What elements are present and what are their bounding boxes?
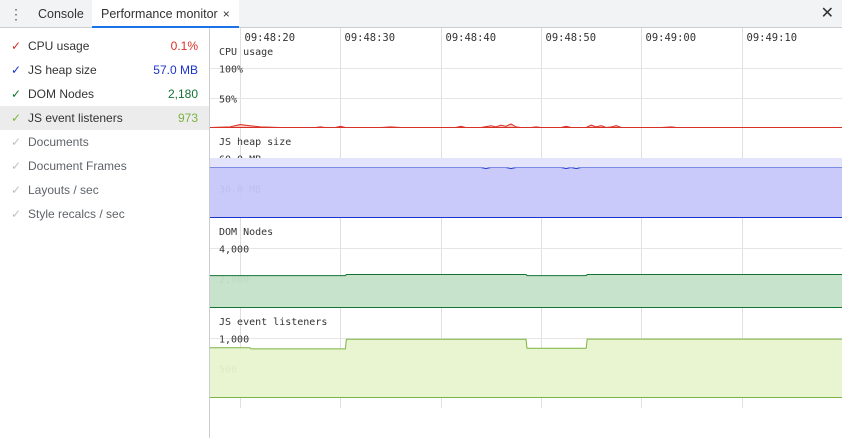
series-line bbox=[210, 123, 842, 129]
metric-name: JS heap size bbox=[28, 63, 97, 77]
metrics-sidebar: ✓ CPU usage 0.1% ✓ JS heap size 57.0 MB … bbox=[0, 28, 210, 438]
metric-document-frames[interactable]: ✓ Document Frames bbox=[0, 154, 209, 178]
check-icon[interactable]: ✓ bbox=[11, 34, 21, 58]
charts-area: 09:48:20 09:48:30 09:48:40 09:48:50 09:49:00… bbox=[210, 28, 842, 438]
check-icon[interactable]: ✓ bbox=[11, 178, 21, 202]
tab-console[interactable]: Console bbox=[28, 0, 94, 28]
time-label: 09:48:40 bbox=[446, 32, 497, 44]
tab-console-label: Console bbox=[38, 7, 84, 21]
metric-documents[interactable]: ✓ Documents bbox=[0, 130, 209, 154]
metric-js-event-listeners[interactable]: ✓ JS event listeners 973 bbox=[0, 106, 209, 130]
metric-name: DOM Nodes bbox=[28, 87, 95, 101]
tab-close-icon[interactable]: × bbox=[223, 7, 230, 21]
time-label: 09:49:00 bbox=[646, 32, 697, 44]
metric-js-heap-size[interactable]: ✓ JS heap size 57.0 MB bbox=[0, 58, 209, 82]
more-vert-icon[interactable]: ⋮ bbox=[8, 6, 24, 22]
heap-envelope bbox=[210, 158, 842, 168]
check-icon[interactable]: ✓ bbox=[11, 154, 21, 178]
time-label: 09:48:30 bbox=[345, 32, 396, 44]
close-panel-icon[interactable]: ✕ bbox=[821, 4, 834, 24]
metric-value: 973 bbox=[177, 111, 198, 125]
metric-layouts-per-sec[interactable]: ✓ Layouts / sec bbox=[0, 178, 209, 202]
tab-bar: ⋮ Console Performance monitor × ✕ bbox=[0, 0, 842, 28]
check-icon[interactable]: ✓ bbox=[11, 58, 21, 82]
time-label: 09:48:20 bbox=[245, 32, 296, 44]
check-icon[interactable]: ✓ bbox=[11, 202, 21, 226]
series-title: JS heap size bbox=[219, 137, 291, 148]
metric-dom-nodes[interactable]: ✓ DOM Nodes 2,180 bbox=[0, 82, 209, 106]
check-icon[interactable]: ✓ bbox=[11, 82, 21, 106]
tab-performance-monitor-label: Performance monitor bbox=[101, 7, 218, 21]
tick-label: 100% bbox=[219, 65, 243, 76]
series-title: DOM Nodes bbox=[219, 227, 273, 238]
metric-name: Style recalcs / sec bbox=[28, 207, 125, 221]
tick-label: 50% bbox=[219, 95, 237, 106]
metric-name: Document Frames bbox=[28, 159, 127, 173]
metric-value: 0.1% bbox=[170, 39, 198, 53]
performance-charts: 09:48:20 09:48:30 09:48:40 09:48:50 09:49:00… bbox=[210, 28, 842, 408]
tick-label: 4,000 bbox=[219, 245, 249, 256]
tick-label: 1,000 bbox=[219, 335, 249, 346]
metric-name: JS event listeners bbox=[28, 111, 123, 125]
metric-value: 57.0 MB bbox=[153, 63, 198, 77]
metric-name: Layouts / sec bbox=[28, 183, 99, 197]
series-title: JS event listeners bbox=[219, 317, 327, 328]
metric-name: Documents bbox=[28, 135, 89, 149]
check-icon[interactable]: ✓ bbox=[11, 130, 21, 154]
check-icon[interactable]: ✓ bbox=[11, 106, 21, 130]
tab-performance-monitor[interactable]: Performance monitor × bbox=[92, 0, 239, 28]
metric-value: 2,180 bbox=[167, 87, 198, 101]
series-area bbox=[210, 339, 842, 398]
series-area bbox=[210, 123, 842, 128]
metric-style-recalcs-per-sec[interactable]: ✓ Style recalcs / sec bbox=[0, 202, 209, 226]
metric-name: CPU usage bbox=[28, 39, 90, 53]
time-label: 09:49:10 bbox=[747, 32, 798, 44]
metric-cpu-usage[interactable]: ✓ CPU usage 0.1% bbox=[0, 34, 209, 58]
series-area bbox=[210, 274, 842, 308]
time-label: 09:48:50 bbox=[546, 32, 597, 44]
series-area bbox=[210, 167, 842, 218]
series-title: CPU usage bbox=[219, 47, 273, 58]
